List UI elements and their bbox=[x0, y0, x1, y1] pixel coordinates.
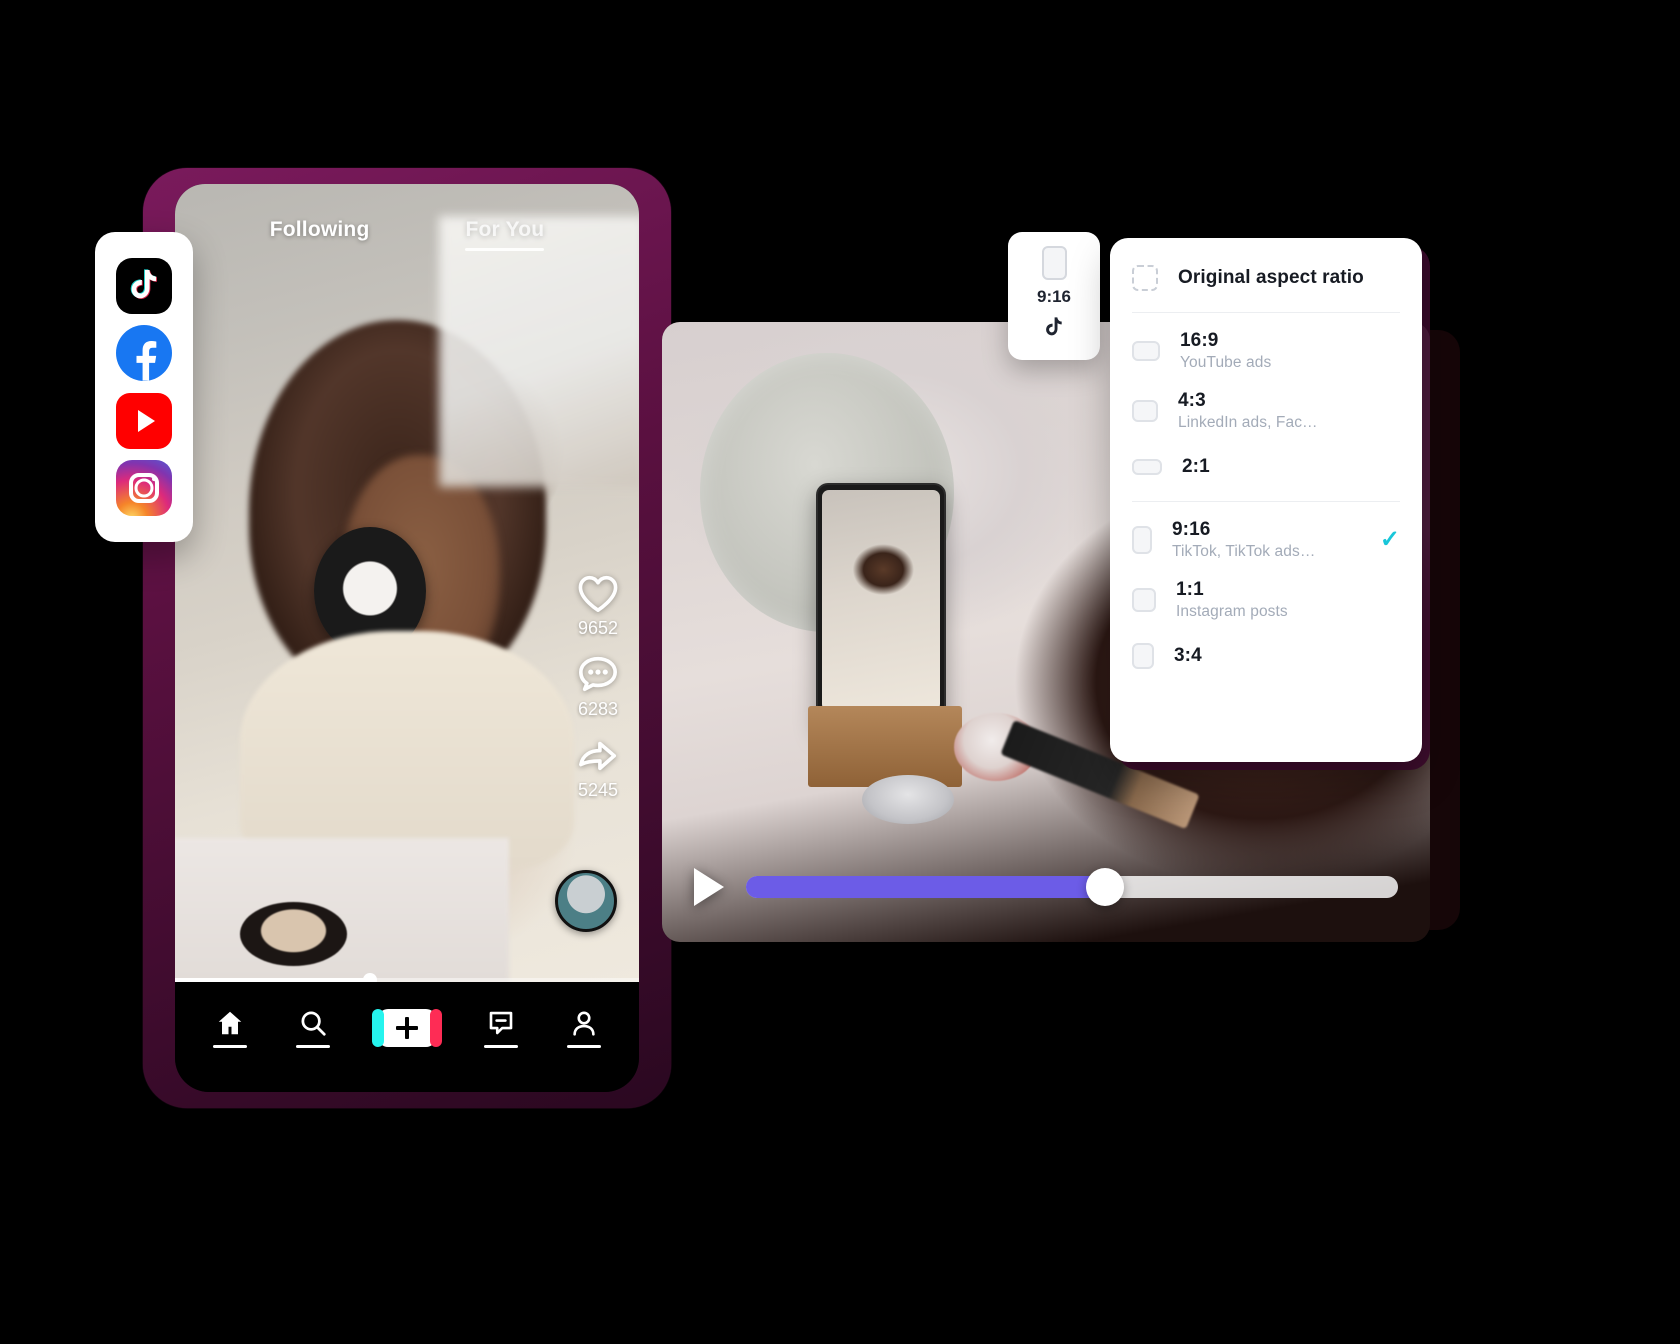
instagram-icon bbox=[129, 473, 159, 504]
ratio-option-3-4[interactable]: 3:4 bbox=[1110, 630, 1422, 682]
ratio-16-9-icon bbox=[1132, 341, 1160, 361]
ratio-3-4-icon bbox=[1132, 643, 1154, 669]
menu-divider bbox=[1132, 312, 1400, 313]
nav-inbox-underline bbox=[484, 1045, 519, 1048]
ratio-option-16-9[interactable]: 16:9 YouTube ads bbox=[1110, 321, 1422, 381]
ratio-option-4-3[interactable]: 4:3 LinkedIn ads, Fac… bbox=[1110, 381, 1422, 441]
ratio-option-title: 3:4 bbox=[1174, 645, 1202, 666]
search-icon bbox=[301, 1011, 326, 1036]
engagement-action-rail: 9652 6283 5245 bbox=[575, 572, 621, 801]
ratio-4-3-icon bbox=[1132, 400, 1158, 422]
feed-image-table bbox=[175, 838, 510, 982]
nav-discover[interactable] bbox=[295, 1008, 330, 1048]
ratio-2-1-icon bbox=[1132, 459, 1162, 475]
home-icon bbox=[218, 1011, 242, 1035]
playback-progress-bar[interactable] bbox=[746, 868, 1398, 906]
tiktok-feed-screen: Following For You 9652 6283 5245 bbox=[175, 184, 639, 1092]
aspect-ratio-dropdown: Original aspect ratio 16:9 YouTube ads 4… bbox=[1110, 238, 1422, 762]
inbox-icon bbox=[490, 1011, 513, 1035]
avatar[interactable] bbox=[555, 870, 617, 932]
ratio-option-title: 1:1 bbox=[1176, 579, 1204, 600]
like-action[interactable]: 9652 bbox=[575, 572, 621, 639]
social-item-instagram[interactable] bbox=[116, 460, 172, 517]
nav-profile[interactable] bbox=[566, 1008, 601, 1048]
tiktok-icon bbox=[1044, 316, 1064, 344]
tab-for-you[interactable]: For You bbox=[465, 218, 544, 251]
current-aspect-ratio-card[interactable]: 9:16 bbox=[1008, 232, 1100, 360]
ratio-option-title: 4:3 bbox=[1178, 390, 1206, 411]
playback-progress-knob[interactable] bbox=[1085, 868, 1124, 906]
nav-inbox[interactable] bbox=[484, 1008, 519, 1048]
social-platforms-card bbox=[95, 232, 193, 542]
social-item-tiktok[interactable] bbox=[116, 257, 172, 314]
like-count: 9652 bbox=[577, 618, 619, 638]
plus-icon bbox=[395, 1017, 418, 1039]
social-item-youtube[interactable] bbox=[116, 392, 172, 449]
comment-action[interactable]: 6283 bbox=[575, 653, 621, 720]
preview-phone bbox=[815, 483, 947, 732]
play-button[interactable] bbox=[694, 868, 724, 906]
share-action[interactable]: 5245 bbox=[575, 734, 621, 801]
comment-icon bbox=[579, 656, 617, 692]
feed-image-powder-pot bbox=[239, 902, 347, 967]
nav-home-underline bbox=[213, 1045, 248, 1048]
check-icon: ✓ bbox=[1379, 526, 1400, 553]
share-count: 5245 bbox=[577, 780, 619, 800]
ratio-1-1-icon bbox=[1132, 588, 1156, 612]
current-ratio-label: 9:16 bbox=[1036, 287, 1072, 306]
ratio-option-title: 9:16 bbox=[1172, 519, 1211, 540]
ratio-option-subtitle: Instagram posts bbox=[1176, 603, 1288, 620]
ratio-option-title: 2:1 bbox=[1182, 456, 1210, 477]
menu-divider bbox=[1132, 501, 1400, 502]
feed-video-image bbox=[175, 184, 639, 982]
heart-icon bbox=[578, 575, 618, 612]
ratio-option-title: Original aspect ratio bbox=[1178, 267, 1364, 288]
screenshot-root: Following For You 9652 6283 5245 9:16 Or… bbox=[0, 0, 1680, 1344]
facebook-icon bbox=[136, 341, 157, 381]
nav-profile-underline bbox=[566, 1045, 601, 1048]
preview-phone-stand bbox=[807, 706, 962, 787]
youtube-icon bbox=[137, 409, 155, 432]
social-item-facebook[interactable] bbox=[116, 325, 172, 382]
nav-home[interactable] bbox=[213, 1008, 248, 1048]
feed-image-shirt bbox=[239, 630, 575, 871]
nav-discover-underline bbox=[295, 1045, 330, 1048]
dashed-frame-icon bbox=[1132, 265, 1158, 291]
ratio-9-16-icon bbox=[1132, 526, 1152, 554]
ratio-option-title: 16:9 bbox=[1180, 330, 1219, 351]
ratio-option-subtitle: LinkedIn ads, Fac… bbox=[1178, 414, 1318, 431]
feed-tab-bar: Following For You bbox=[175, 218, 639, 251]
tiktok-icon bbox=[130, 269, 157, 299]
tab-following[interactable]: Following bbox=[270, 218, 370, 251]
nav-create-button[interactable] bbox=[371, 1009, 442, 1047]
ratio-option-2-1[interactable]: 2:1 bbox=[1110, 441, 1422, 493]
ratio-option-subtitle: YouTube ads bbox=[1180, 354, 1272, 371]
video-player-controls bbox=[662, 868, 1430, 906]
share-icon bbox=[579, 741, 617, 771]
playback-progress-fill bbox=[746, 876, 1105, 898]
preview-tin bbox=[861, 774, 954, 825]
comment-count: 6283 bbox=[577, 699, 619, 719]
ratio-option-9-16[interactable]: 9:16 TikTok, TikTok ads… ✓ bbox=[1110, 510, 1422, 570]
ratio-option-1-1[interactable]: 1:1 Instagram posts bbox=[1110, 570, 1422, 630]
ratio-option-subtitle: TikTok, TikTok ads… bbox=[1172, 543, 1316, 560]
preview-phone-screen bbox=[821, 490, 941, 712]
ratio-option-original[interactable]: Original aspect ratio bbox=[1110, 252, 1422, 304]
bottom-nav-bar bbox=[175, 982, 639, 1092]
ratio-9-16-icon bbox=[1041, 246, 1067, 280]
person-icon bbox=[573, 1011, 595, 1036]
